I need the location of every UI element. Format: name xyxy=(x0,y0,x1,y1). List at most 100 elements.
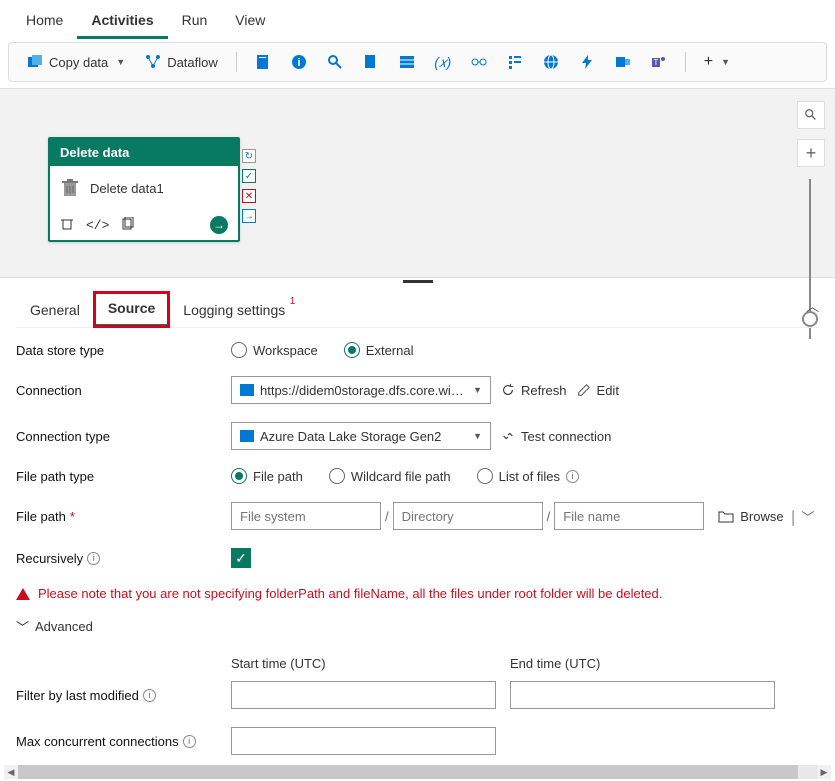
pipeline-canvas[interactable]: Delete data Delete data1 </> → ↻ ✓ ✕ → + xyxy=(0,88,835,278)
dataflow-label: Dataflow xyxy=(167,55,218,70)
canvas-add-button[interactable]: + xyxy=(797,139,825,167)
recursively-checkbox[interactable]: ✓ xyxy=(231,548,251,568)
browse-label: Browse xyxy=(740,509,783,524)
lookup-button[interactable] xyxy=(463,50,495,74)
svg-text:i: i xyxy=(297,57,300,69)
panel-tabs: General Source Logging settings 1 xyxy=(16,292,819,328)
connection-type-value: Azure Data Lake Storage Gen2 xyxy=(260,429,465,444)
notebook-icon xyxy=(255,54,271,70)
panel-tab-source[interactable]: Source xyxy=(94,292,169,327)
properties-panel: General Source Logging settings 1 ︿ Data… xyxy=(0,284,835,781)
list-button[interactable] xyxy=(499,50,531,74)
nav-tab-activities[interactable]: Activities xyxy=(77,6,167,39)
scrollbar-thumb[interactable] xyxy=(18,765,798,779)
advanced-toggle[interactable]: ﹀ Advanced xyxy=(16,617,93,636)
info-icon[interactable]: i xyxy=(566,470,579,483)
badge: 1 xyxy=(290,296,296,307)
table-button[interactable] xyxy=(391,50,423,74)
max-concurrent-label: Max concurrent connections i xyxy=(16,734,231,749)
trash-icon xyxy=(60,178,80,198)
info-icon[interactable]: i xyxy=(183,735,196,748)
code-icon[interactable]: </> xyxy=(86,218,109,233)
nav-tab-run[interactable]: Run xyxy=(168,6,222,39)
web-icon xyxy=(543,54,559,70)
chevron-down-icon: ▼ xyxy=(473,431,482,441)
handle-fail[interactable]: ✕ xyxy=(242,189,256,203)
chevron-down-icon: ▼ xyxy=(721,57,730,67)
max-concurrent-input[interactable] xyxy=(231,727,496,755)
variable-icon: (𝑥) xyxy=(435,54,451,70)
radio-wildcard[interactable]: Wildcard file path xyxy=(329,468,451,484)
panel-tab-general[interactable]: General xyxy=(16,294,94,326)
file-name-input[interactable] xyxy=(554,502,704,530)
nav-tab-view[interactable]: View xyxy=(221,6,279,39)
teams-button[interactable]: T xyxy=(643,50,675,74)
radio-wildcard-label: Wildcard file path xyxy=(351,469,451,484)
handle-skip[interactable]: → xyxy=(242,209,256,223)
script-icon xyxy=(363,54,379,70)
handle-success[interactable]: ✓ xyxy=(242,169,256,183)
lightning-icon xyxy=(579,54,595,70)
radio-workspace[interactable]: Workspace xyxy=(231,342,318,358)
nav-tab-home[interactable]: Home xyxy=(12,6,77,39)
copy-data-button[interactable]: Copy data ▼ xyxy=(19,50,133,74)
file-system-input[interactable] xyxy=(231,502,381,530)
table-icon xyxy=(399,54,415,70)
collapse-panel-icon[interactable]: ︿ xyxy=(806,296,819,315)
delete-data-activity[interactable]: Delete data Delete data1 </> → xyxy=(48,137,240,242)
browse-chevron-icon[interactable]: │ ﹀ xyxy=(790,507,815,526)
radio-file-path[interactable]: File path xyxy=(231,468,303,484)
start-time-input[interactable] xyxy=(231,681,496,709)
warning-message: Please note that you are not specifying … xyxy=(16,586,819,601)
lightning-button[interactable] xyxy=(571,50,603,74)
variable-button[interactable]: (𝑥) xyxy=(427,50,459,74)
script-button[interactable] xyxy=(355,50,387,74)
directory-input[interactable] xyxy=(393,502,543,530)
web-button[interactable] xyxy=(535,50,567,74)
end-time-label: End time (UTC) xyxy=(510,656,775,671)
radio-external[interactable]: External xyxy=(344,342,414,358)
connection-value: https://didem0storage.dfs.core.wind.. xyxy=(260,383,465,398)
end-time-input[interactable] xyxy=(510,681,775,709)
warning-icon xyxy=(16,588,30,600)
browse-button[interactable]: Browse xyxy=(718,509,783,524)
delete-icon[interactable] xyxy=(60,217,74,234)
info-icon[interactable]: i xyxy=(87,552,100,565)
activity-header: Delete data xyxy=(50,139,238,166)
info-button[interactable]: i xyxy=(283,50,315,74)
start-time-label: Start time (UTC) xyxy=(231,656,496,671)
toolbar-separator xyxy=(236,52,237,72)
scroll-left-icon[interactable]: ◀ xyxy=(4,765,18,779)
chevron-down-icon: ▼ xyxy=(116,57,125,67)
lookup-icon xyxy=(471,54,487,70)
file-path-label: File path * xyxy=(16,509,231,524)
svg-text:T: T xyxy=(653,58,658,67)
scroll-right-icon[interactable]: ▶ xyxy=(817,765,831,779)
notebook-button[interactable] xyxy=(247,50,279,74)
handle-retry[interactable]: ↻ xyxy=(242,149,256,163)
run-icon[interactable]: → xyxy=(210,216,228,234)
list-icon xyxy=(507,54,523,70)
dataflow-button[interactable]: Dataflow xyxy=(137,50,226,74)
info-icon[interactable]: i xyxy=(143,689,156,702)
add-button[interactable]: + ▼ xyxy=(696,49,738,75)
edit-button[interactable]: Edit xyxy=(577,383,619,398)
search-button[interactable] xyxy=(319,50,351,74)
connection-dropdown[interactable]: https://didem0storage.dfs.core.wind.. ▼ xyxy=(231,376,491,404)
activity-handles: ↻ ✓ ✕ → xyxy=(242,149,256,223)
outlook-button[interactable] xyxy=(607,50,639,74)
edit-label: Edit xyxy=(597,383,619,398)
data-store-type-label: Data store type xyxy=(16,343,231,358)
storage-icon xyxy=(240,384,254,396)
path-separator: / xyxy=(547,509,551,524)
canvas-search-button[interactable] xyxy=(797,101,825,129)
activity-name: Delete data1 xyxy=(90,181,164,196)
copy-icon[interactable] xyxy=(121,217,135,234)
horizontal-scrollbar[interactable]: ◀ ▶ xyxy=(4,765,831,779)
panel-tab-logging[interactable]: Logging settings 1 xyxy=(169,294,299,326)
copy-data-label: Copy data xyxy=(49,55,108,70)
refresh-button[interactable]: Refresh xyxy=(501,383,567,398)
test-connection-button[interactable]: Test connection xyxy=(501,429,611,444)
radio-list-files[interactable]: List of filesi xyxy=(477,468,579,484)
connection-type-dropdown[interactable]: Azure Data Lake Storage Gen2 ▼ xyxy=(231,422,491,450)
